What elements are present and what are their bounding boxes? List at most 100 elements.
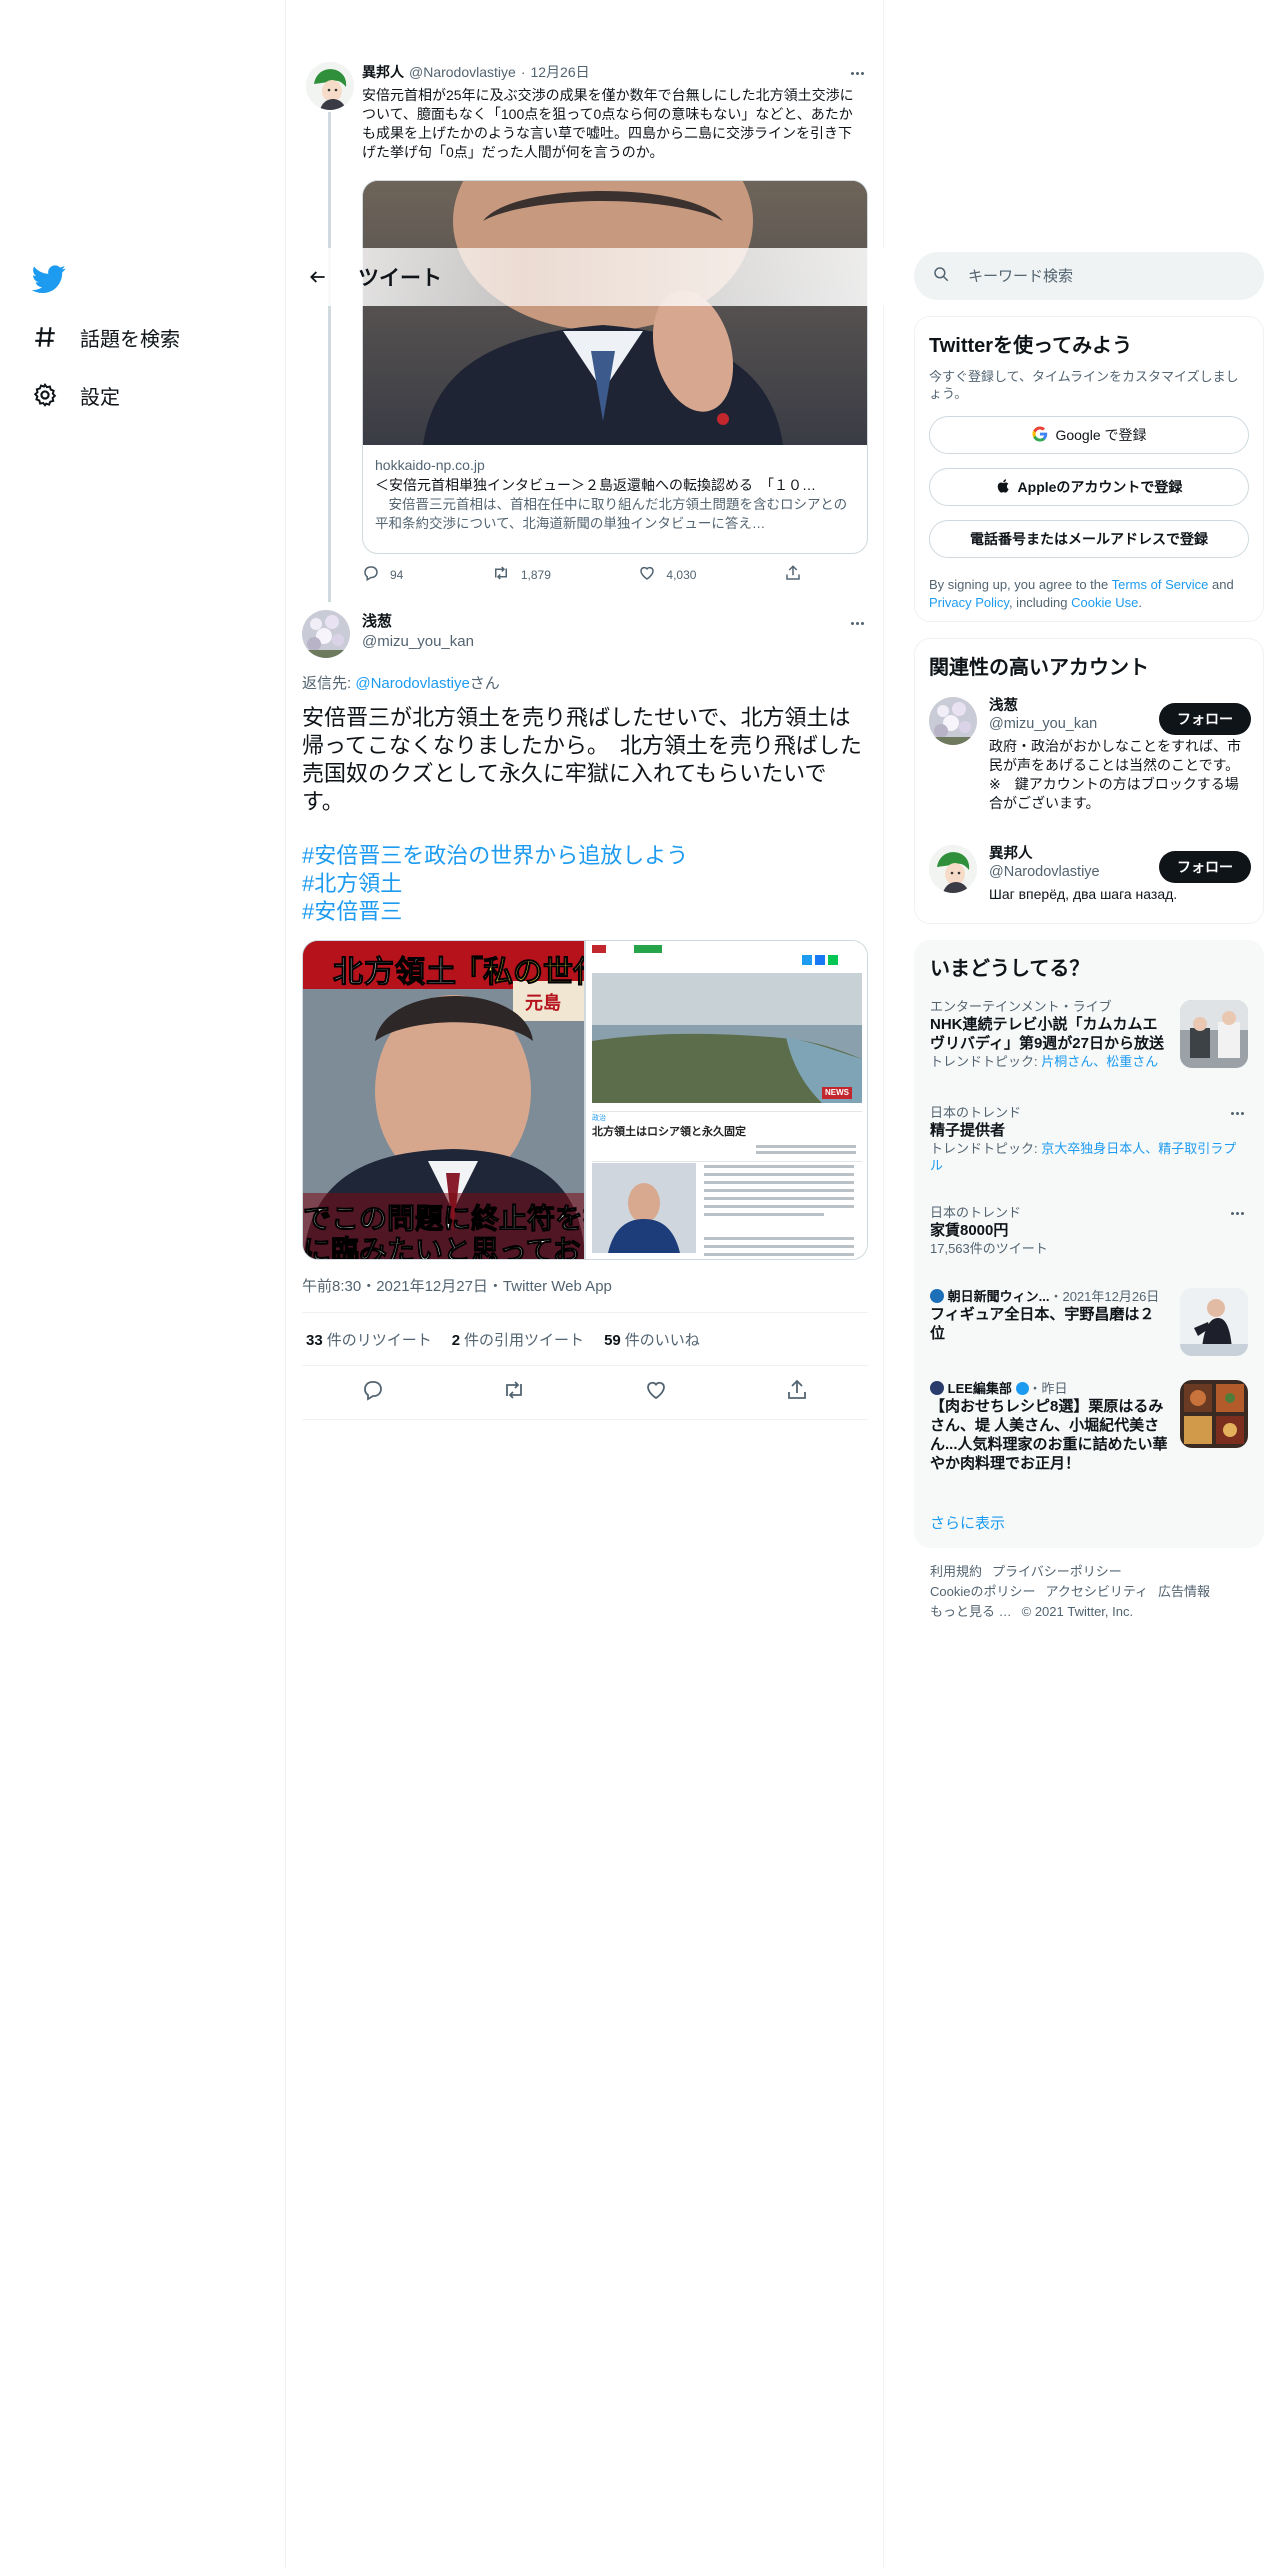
heart-icon[interactable] [644, 1378, 668, 1407]
footer-link[interactable]: 利用規約 [930, 1564, 982, 1579]
main-tweet-avatar[interactable] [302, 610, 350, 658]
reply-suffix: さん [469, 675, 500, 692]
link-card-description: 安倍晋三元首相は、首相在任中に取り組んだ北方領土問題を含むロシアとの平和条約交渉… [375, 497, 848, 531]
trend-name: 家賃8000円 [930, 1222, 1009, 1239]
trend-item[interactable]: 朝日新聞ウィン...・2021年12月26日 フィギュア全日本、宇野昌磨は２位 [930, 1288, 1248, 1360]
trends-panel: いまどうしてる？ エンターテインメント・ライブ NHK連続テレビ小説「カムカムエ… [914, 940, 1264, 1548]
footer-link[interactable]: アクセシビリティ [1045, 1584, 1148, 1599]
like-button[interactable]: 4,030 [638, 564, 696, 585]
trend-source-date: ・2021年12月26日 [1049, 1289, 1160, 1304]
nav-explore[interactable]: 話題を検索 [30, 317, 180, 357]
phone-email-signup-button[interactable]: 電話番号またはメールアドレスで登録 [929, 520, 1249, 558]
parent-tweet-avatar[interactable] [306, 62, 354, 110]
link-card-title: ＜安倍元首相単独インタビュー＞２島返還軸への転換認める 「１０… [375, 477, 816, 493]
trend-source-date: ・昨日 [1028, 1381, 1068, 1396]
main-tweet-name[interactable]: 浅葱 [362, 612, 474, 632]
avatar[interactable] [929, 697, 977, 745]
signup-panel: Twitterを使ってみよう 今すぐ登録して、タイムラインをカスタマイズしましょ… [914, 316, 1264, 622]
more-icon[interactable] [1226, 1104, 1248, 1122]
terms-link[interactable]: Terms of Service [1112, 577, 1209, 592]
link-card[interactable]: hokkaido-np.co.jp ＜安倍元首相単独インタビュー＞２島返還軸への… [362, 180, 868, 554]
trend-item[interactable]: 日本のトレンド 精子提供者 トレンドトピック: 京大卒独身日本人、精子取引ラプル [930, 1104, 1248, 1180]
parent-tweet-name[interactable]: 異邦人 [362, 62, 404, 82]
search-input[interactable] [968, 267, 1228, 285]
retweet-icon [491, 564, 511, 585]
hashtag-link[interactable]: #北方領土 [302, 870, 688, 898]
apple-signup-button[interactable]: Appleのアカウントで登録 [929, 468, 1249, 506]
trend-topic-link[interactable]: 片桐さん、松重さん [1041, 1054, 1158, 1069]
follow-button[interactable]: フォロー [1159, 851, 1251, 883]
related-account[interactable]: 異邦人 @Narodovlastiye Шаг вперёд, два шага… [929, 845, 1251, 905]
trend-thumbnail [1180, 1000, 1248, 1068]
footer-link[interactable]: プライバシーポリシー [992, 1564, 1122, 1579]
reply-button[interactable]: 94 [362, 564, 403, 585]
more-icon[interactable] [846, 62, 868, 84]
nav-settings[interactable]: 設定 [30, 375, 120, 415]
left-navigation: 話題を検索 設定 [0, 0, 286, 2568]
hashtag-link[interactable]: #安倍晋三を政治の世界から追放しよう [302, 842, 688, 870]
copyright: © 2021 Twitter, Inc. [1021, 1604, 1134, 1619]
footer-link[interactable]: もっと見る … [930, 1604, 1012, 1619]
separator-dot: · [520, 64, 526, 80]
verified-badge-icon [1015, 1382, 1029, 1395]
reply-icon[interactable] [361, 1378, 385, 1407]
share-icon[interactable] [785, 1378, 809, 1407]
media-photo-left[interactable]: 北方領土 「私の世代 元島 でこの問題に終止符を打 に臨みたいと思っておりま [303, 941, 584, 1259]
legal-text-1: By signing up, you agree to the [929, 577, 1112, 592]
google-icon [1031, 425, 1049, 446]
related-account[interactable]: 浅葱 @mizu_you_kan 政府・政治がおかしなことをすれば、市民が声をあ… [929, 697, 1251, 821]
heart-icon [638, 564, 656, 585]
retweet-button[interactable]: 1,879 [491, 564, 551, 585]
signup-subtitle: 今すぐ登録して、タイムラインをカスタマイズしましょう。 [929, 369, 1239, 401]
media-section-label: 政治 [592, 1115, 606, 1122]
cookie-link[interactable]: Cookie Use [1071, 595, 1138, 610]
trend-item[interactable]: 日本のトレンド 家賃8000円 17,563件のツイート [930, 1204, 1248, 1262]
search-icon [932, 265, 950, 288]
trend-name: 【肉おせちレシピ8選】栗原はるみさん、堤 人美さん、小堀紀代美さん...人気料理… [930, 1398, 1168, 1472]
trend-name: 精子提供者 [930, 1122, 1006, 1139]
more-icon[interactable] [846, 612, 868, 634]
media-photo-right[interactable]: NEWS 政治 北方領土はロシア領と永久固定 [586, 941, 867, 1259]
parent-tweet-handle[interactable]: @Narodovlastiye [409, 64, 516, 80]
twitter-logo-icon[interactable] [31, 262, 66, 296]
retweet-stat-label: 件のリツイート [326, 1331, 432, 1349]
tweet-stats: 33 件のリツイート 2 件の引用ツイート 59 件のいいね [302, 1312, 868, 1366]
follow-button[interactable]: フォロー [1159, 703, 1251, 735]
hashtag-link[interactable]: #安倍晋三 [302, 898, 688, 926]
search-box[interactable] [914, 252, 1264, 300]
reply-prefix: 返信先: [302, 675, 356, 692]
footer-link[interactable]: Cookieのポリシー [930, 1584, 1035, 1599]
media-caption-top-2: 「私の世代 [453, 956, 585, 990]
tweet-timestamp[interactable]: 午前8:30・2021年12月27日・Twitter Web App [302, 1275, 612, 1296]
trend-topic-prefix: トレンドトピック: [930, 1054, 1042, 1069]
reply-to-link[interactable]: @Narodovlastiye [355, 675, 469, 692]
like-count: 4,030 [666, 567, 697, 582]
show-more-link[interactable]: さらに表示 [930, 1512, 1005, 1533]
link-card-domain: hokkaido-np.co.jp [375, 457, 485, 473]
media-caption-top-3: 元島 [525, 993, 561, 1013]
main-tweet-user[interactable]: 浅葱 @mizu_you_kan [362, 612, 474, 652]
parent-tweet-header: 異邦人 @Narodovlastiye · 12月26日 [362, 62, 868, 82]
parent-tweet-date[interactable]: 12月26日 [530, 62, 589, 82]
trend-item[interactable]: エンターテインメント・ライブ NHK連続テレビ小説「カムカムエヴリバディ」第9週… [930, 998, 1248, 1088]
more-icon[interactable] [1226, 1204, 1248, 1222]
trend-item[interactable]: LEE編集部 ・昨日 【肉おせちレシピ8選】栗原はるみさん、堤 人美さん、小堀紀… [930, 1380, 1248, 1490]
retweet-icon[interactable] [502, 1378, 526, 1407]
nav-explore-label: 話題を検索 [80, 328, 180, 351]
google-signup-button[interactable]: Google で登録 [929, 416, 1249, 454]
like-stat[interactable]: 59 件のいいね [604, 1329, 700, 1350]
quote-stat[interactable]: 2 件の引用ツイート [452, 1329, 584, 1350]
parent-tweet[interactable]: 異邦人 @Narodovlastiye · 12月26日 安倍元首相が25年に及… [362, 62, 868, 162]
retweet-stat[interactable]: 33 件のリツイート [306, 1329, 432, 1350]
trend-tweet-count: 17,563件のツイート [930, 1241, 1048, 1256]
media-caption-top: 北方領土 [333, 956, 457, 990]
google-signup-label: Google で登録 [1055, 427, 1147, 443]
main-tweet-handle[interactable]: @mizu_you_kan [362, 632, 474, 652]
privacy-link[interactable]: Privacy Policy [929, 595, 1009, 610]
back-arrow-icon[interactable] [300, 259, 336, 295]
reply-context: 返信先: @Narodovlastiyeさん [302, 672, 500, 693]
footer-link[interactable]: 広告情報 [1158, 1584, 1210, 1599]
avatar[interactable] [929, 845, 977, 893]
share-button[interactable] [784, 564, 802, 585]
gear-icon [30, 380, 60, 410]
